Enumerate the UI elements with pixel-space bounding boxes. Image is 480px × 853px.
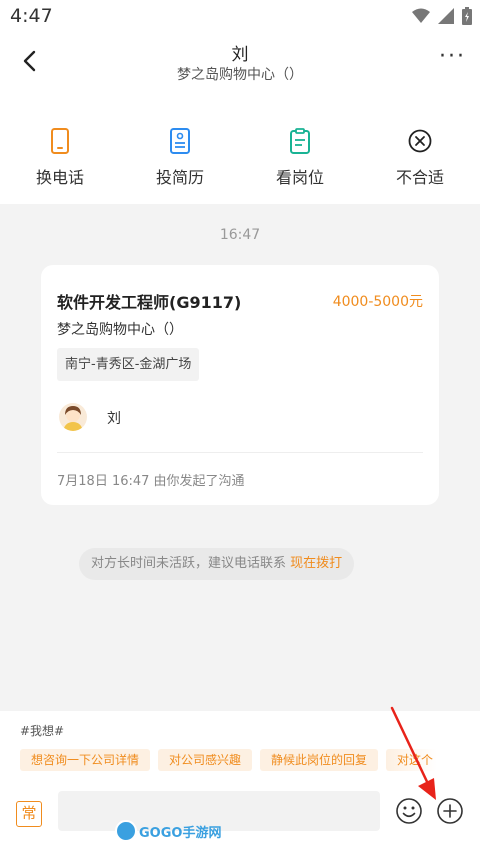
watermark: GOGO手游网	[115, 820, 221, 842]
call-now-link[interactable]: 现在拨打	[290, 556, 342, 571]
plus-circle-icon	[437, 798, 463, 824]
action-label: 看岗位	[275, 168, 324, 187]
job-icon	[287, 128, 313, 154]
card-footer: 7月18日 16:47 由你发起了沟通	[57, 474, 245, 489]
battery-icon	[462, 7, 472, 29]
common-phrases-button[interactable]: 常	[16, 801, 42, 827]
page-subtitle: 梦之岛购物中心（）	[177, 67, 303, 83]
send-resume-button[interactable]: 投简历	[120, 92, 240, 204]
quick-reply-chip[interactable]: 想咨询一下公司详情	[20, 749, 151, 771]
chat-header: 刘 梦之岛购物中心（） ···	[0, 34, 480, 92]
not-suitable-button[interactable]: 不合适	[360, 92, 480, 204]
inactive-notice: 对方长时间未活跃，建议电话联系 现在拨打	[79, 548, 355, 580]
action-label: 不合适	[395, 168, 444, 187]
status-bar: 4:47	[0, 0, 480, 34]
quick-reply-chip[interactable]: 静候此岗位的回复	[260, 749, 379, 771]
job-card[interactable]: 软件开发工程师(G9117) 4000-5000元 梦之岛购物中心（） 南宁-青…	[41, 265, 439, 505]
more-icon: ···	[439, 44, 466, 69]
quick-reply-chip[interactable]: 对公司感兴趣	[158, 749, 253, 771]
annotation-arrow-icon	[390, 706, 436, 800]
wifi-icon	[412, 8, 430, 28]
hashtag-label: #我想#	[20, 724, 65, 738]
chat-timestamp: 16:47	[219, 227, 261, 243]
action-label: 投简历	[155, 168, 204, 187]
more-options-button[interactable]: ···	[439, 44, 466, 69]
close-circle-icon	[407, 128, 433, 154]
phone-icon	[47, 128, 73, 154]
page-title: 刘	[231, 45, 249, 65]
action-label: 换电话	[35, 168, 84, 187]
change-phone-button[interactable]: 换电话	[0, 92, 120, 204]
notice-text: 对方长时间未活跃，建议电话联系	[91, 556, 287, 571]
job-location: 南宁-青秀区-金湖广场	[57, 348, 200, 381]
avatar	[59, 403, 87, 431]
job-salary: 4000-5000元	[332, 294, 423, 310]
divider	[57, 452, 423, 453]
watermark-text: GOGO手游网	[139, 825, 222, 841]
action-bar: 换电话 投简历 看岗位 不合适	[0, 92, 480, 204]
watermark-logo-icon	[115, 820, 137, 842]
view-job-button[interactable]: 看岗位	[240, 92, 360, 204]
more-actions-button[interactable]	[436, 797, 464, 825]
job-title: 软件开发工程师(G9117)	[57, 293, 242, 312]
signal-icon	[438, 8, 454, 28]
recruiter-name: 刘	[107, 411, 121, 427]
resume-icon	[167, 128, 193, 154]
company-name: 梦之岛购物中心（）	[57, 322, 183, 338]
status-time: 4:47	[10, 5, 53, 27]
